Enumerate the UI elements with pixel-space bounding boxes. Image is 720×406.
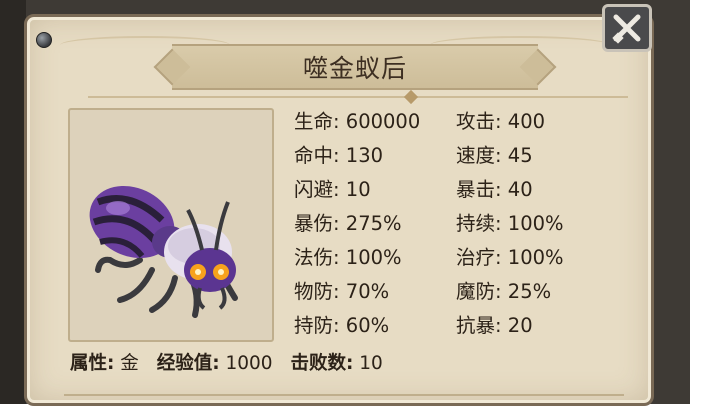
stat-healing: 治疗: 100% [456, 246, 564, 269]
close-button[interactable] [602, 4, 652, 52]
stat-duration: 持续: 100% [456, 212, 564, 235]
attribute-label: 属性: [70, 353, 115, 374]
stat-accuracy: 命中: 130 [294, 144, 384, 167]
stat-evasion: 闪避: 10 [294, 178, 371, 201]
stat-sustain-defense: 持防: 60% [294, 314, 390, 337]
stat-crit-damage: 暴伤: 275% [294, 212, 402, 235]
exp-label: 经验值: [156, 353, 220, 374]
stat-crit-resist: 抗暴: 20 [456, 314, 533, 337]
stat-hp: 生命: 600000 [294, 110, 421, 133]
stat-speed: 速度: 45 [456, 144, 533, 167]
monster-footer-info: 属性: 金 经验值: 1000 击败数: 10 [70, 352, 395, 376]
kills-label: 击败数: [290, 353, 354, 374]
stat-attack: 攻击: 400 [456, 110, 546, 133]
monster-name: 噬金蚁后 [302, 54, 407, 83]
title-divider [88, 96, 628, 98]
crossed-swords-close-icon [612, 14, 641, 44]
backdrop-left-edge [0, 0, 26, 404]
stat-magic-defense: 魔防: 25% [456, 280, 552, 303]
rivet-icon [36, 32, 52, 48]
right-blank-strip [690, 0, 720, 404]
stat-crit: 暴击: 40 [456, 178, 533, 201]
bottom-rule [64, 394, 624, 396]
monster-portrait [68, 108, 274, 342]
stat-magic-damage: 法伤: 100% [294, 246, 402, 269]
ant-queen-portrait [89, 186, 238, 318]
kills-value: 10 [359, 353, 383, 374]
attribute-value: 金 [120, 353, 139, 374]
exp-value: 1000 [225, 353, 273, 374]
title-banner: 噬金蚁后 [172, 44, 538, 90]
stat-physical-defense: 物防: 70% [294, 280, 390, 303]
